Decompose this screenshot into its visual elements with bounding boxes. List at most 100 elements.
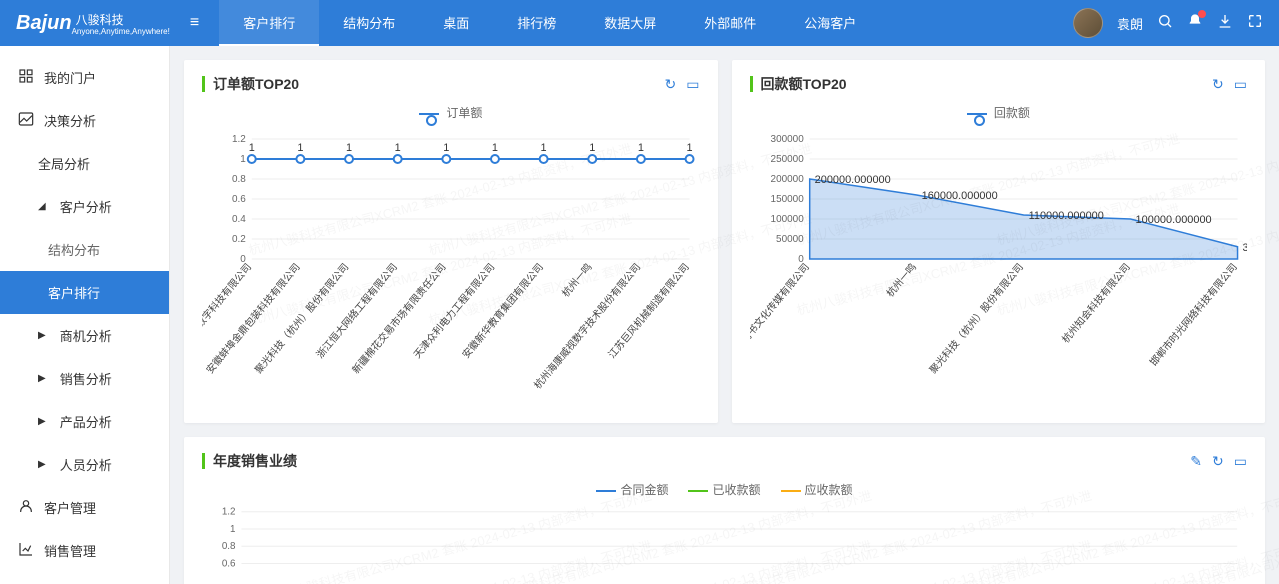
tab-4[interactable]: 数据大屏 — [580, 0, 680, 46]
sidebar-item[interactable]: 我的门户 — [0, 56, 169, 99]
edit-icon[interactable]: ✎ — [1190, 453, 1202, 470]
sidebar-item[interactable]: ◢客户分析 — [0, 185, 169, 228]
svg-text:150000: 150000 — [770, 194, 804, 205]
user-icon — [18, 498, 34, 517]
svg-text:杭州一鸣: 杭州一鸣 — [559, 261, 595, 300]
svg-text:1.2: 1.2 — [232, 134, 246, 145]
sidebar-item[interactable]: 客户管理 — [0, 486, 169, 529]
notification-icon[interactable] — [1187, 13, 1203, 33]
svg-text:安徽新华教育集团有限公司: 安徽新华教育集团有限公司 — [459, 261, 546, 361]
menu-toggle-icon[interactable]: ≡ — [190, 14, 199, 32]
svg-text:1: 1 — [240, 154, 246, 165]
order-line-chart[interactable]: 00.20.40.60.811.21111111111杭州天林数字科技有限公司安… — [202, 129, 700, 409]
svg-text:0.8: 0.8 — [222, 541, 236, 552]
tab-5[interactable]: 外部邮件 — [680, 0, 780, 46]
expand-icon[interactable] — [1247, 13, 1263, 33]
tab-6[interactable]: 公海客户 — [780, 0, 880, 46]
username[interactable]: 袁朗 — [1117, 14, 1143, 33]
svg-text:300000: 300000 — [770, 134, 804, 145]
svg-text:聚光科技（杭州）股份有限公司: 聚光科技（杭州）股份有限公司 — [252, 261, 351, 377]
svg-text:50000: 50000 — [776, 234, 804, 245]
sidebar-item-label: 客户管理 — [44, 498, 96, 517]
sidebar-item[interactable]: ▶销售分析 — [0, 357, 169, 400]
svg-text:安徽蚌埠金鼎包装科技有限公司: 安徽蚌埠金鼎包装科技有限公司 — [203, 261, 302, 377]
sidebar-item-label: 人员分析 — [60, 455, 112, 474]
svg-text:新疆棉花交易市场有限责任公司: 新疆棉花交易市场有限责任公司 — [349, 261, 448, 377]
svg-text:0.6: 0.6 — [232, 194, 246, 205]
sidebar-item-label: 销售分析 — [60, 369, 112, 388]
chart-icon — [18, 111, 34, 130]
legend-item[interactable]: 应收款额 — [781, 483, 853, 497]
refresh-icon[interactable]: ↻ — [665, 76, 677, 93]
card-payment-top20: 回款额TOP20 ↻ ▭ 回款额 05000010000015000020000… — [732, 60, 1266, 423]
svg-text:邯郸市时光网络科技有限公司: 邯郸市时光网络科技有限公司 — [1146, 261, 1239, 369]
sidebar-item[interactable]: 销售商机 — [0, 572, 169, 584]
chart-legend: 回款额 — [750, 104, 1248, 121]
svg-text:250000: 250000 — [770, 154, 804, 165]
sidebar-item-label: 客户排行 — [48, 283, 100, 302]
sidebar-item[interactable]: 决策分析 — [0, 99, 169, 142]
sidebar-item-label: 商机分析 — [60, 326, 112, 345]
sidebar-item[interactable]: 客户排行 — [0, 271, 169, 314]
tab-3[interactable]: 排行榜 — [493, 0, 580, 46]
logo-cn: 八骏科技 Anyone,Anytime,Anywhere! — [72, 11, 170, 36]
payment-area-chart[interactable]: 0500001000001500002000002500003000002000… — [750, 129, 1248, 409]
svg-text:1: 1 — [541, 142, 547, 154]
svg-text:0.2: 0.2 — [232, 234, 246, 245]
sidebar-item[interactable]: 销售管理 — [0, 529, 169, 572]
svg-text:1: 1 — [687, 142, 693, 154]
sidebar: 我的门户决策分析全局分析 ◢客户分析结构分布客户排行 ▶商机分析▶销售分析▶产品分析… — [0, 46, 170, 584]
download-icon[interactable] — [1217, 13, 1233, 33]
svg-text:200000: 200000 — [770, 174, 804, 185]
avatar[interactable] — [1073, 8, 1103, 38]
sidebar-item-label: 决策分析 — [44, 111, 96, 130]
svg-text:1.2: 1.2 — [222, 507, 236, 518]
chart-legend: 合同金额 已收款额 应收款额 — [202, 481, 1247, 498]
sidebar-item-label: 我的门户 — [44, 68, 96, 87]
refresh-icon[interactable]: ↻ — [1212, 76, 1224, 93]
chart-legend: 订单额 — [202, 104, 700, 121]
annual-line-chart[interactable]: 0.60.811.2杭州八骏科技有限公司XCRM2 套账 2024-02-13 … — [202, 506, 1247, 584]
tab-2[interactable]: 桌面 — [419, 0, 493, 46]
legend-item[interactable]: 合同金额 — [596, 483, 668, 497]
svg-text:1: 1 — [249, 142, 255, 154]
logo-main: Bajun — [16, 12, 72, 35]
card-title: 年度销售业绩 — [213, 451, 297, 471]
maximize-icon[interactable]: ▭ — [1234, 76, 1247, 93]
svg-text:杭州海康威视数字技术股份有限公司: 杭州海康威视数字技术股份有限公司 — [531, 261, 643, 392]
maximize-icon[interactable]: ▭ — [1234, 453, 1247, 470]
svg-text:1: 1 — [443, 142, 449, 154]
card-title: 订单额TOP20 — [213, 74, 299, 94]
sidebar-item[interactable]: ▶产品分析 — [0, 400, 169, 443]
svg-text:聚光科技（杭州）股份有限公司: 聚光科技（杭州）股份有限公司 — [926, 261, 1025, 377]
legend-item[interactable]: 已收款额 — [688, 483, 760, 497]
svg-text:30600.00: 30600.00 — [1242, 242, 1247, 254]
svg-text:浙江恒大网络工程有限公司: 浙江恒大网络工程有限公司 — [313, 261, 400, 361]
sales-icon — [18, 541, 34, 560]
tab-0[interactable]: 客户排行 — [219, 0, 319, 46]
svg-text:1: 1 — [346, 142, 352, 154]
sidebar-item-label: 客户分析 — [60, 197, 112, 216]
logo[interactable]: Bajun 八骏科技 Anyone,Anytime,Anywhere! — [16, 11, 170, 36]
tab-1[interactable]: 结构分布 — [319, 0, 419, 46]
svg-text:1: 1 — [297, 142, 303, 154]
refresh-icon[interactable]: ↻ — [1212, 453, 1224, 470]
card-order-top20: 订单额TOP20 ↻ ▭ 订单额 00.20.40.60.811.2111111… — [184, 60, 718, 423]
svg-text:天津众利电力工程有限公司: 天津众利电力工程有限公司 — [411, 261, 498, 361]
svg-text:0.6: 0.6 — [222, 558, 236, 569]
sidebar-item-label: 全局分析 — [38, 154, 90, 173]
sidebar-item-label: 销售管理 — [44, 541, 96, 560]
svg-text:杭州知会科技有限公司: 杭州知会科技有限公司 — [1059, 261, 1133, 346]
sidebar-item[interactable]: ▶商机分析 — [0, 314, 169, 357]
app-header: Bajun 八骏科技 Anyone,Anytime,Anywhere! ≡ 客户… — [0, 0, 1279, 46]
svg-text:1: 1 — [395, 142, 401, 154]
sidebar-item[interactable]: 结构分布 — [0, 228, 169, 271]
svg-text:1: 1 — [638, 142, 644, 154]
maximize-icon[interactable]: ▭ — [686, 76, 699, 93]
svg-text:100000.000000: 100000.000000 — [1135, 214, 1211, 226]
sidebar-item[interactable]: ▶人员分析 — [0, 443, 169, 486]
svg-text:杭州一鸣: 杭州一鸣 — [883, 261, 919, 300]
search-icon[interactable] — [1157, 13, 1173, 33]
sidebar-item[interactable]: 全局分析 — [0, 142, 169, 185]
svg-text:0.4: 0.4 — [232, 214, 246, 225]
